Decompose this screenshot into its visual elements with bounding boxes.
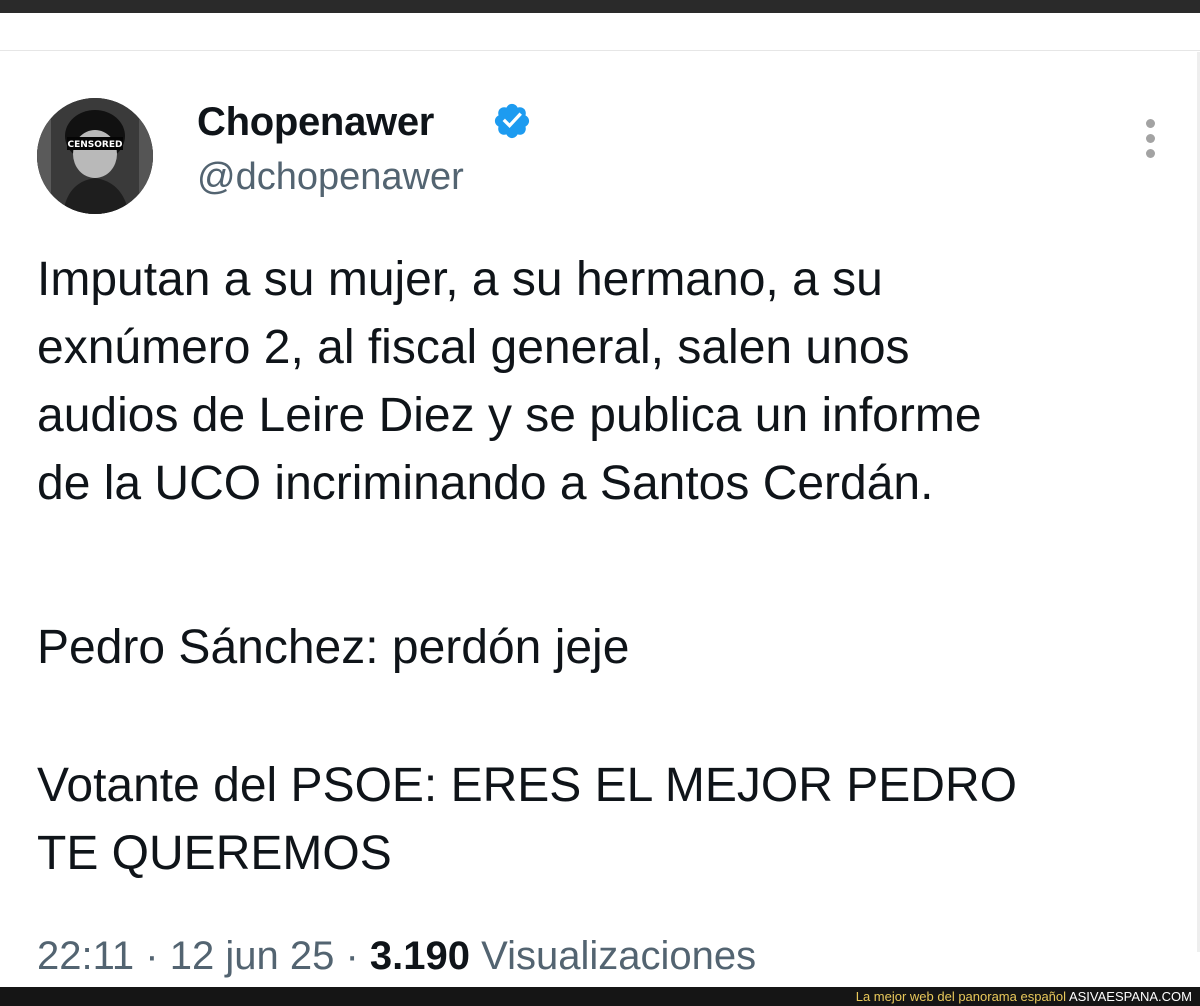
tweet-line: audios de Leire Diez y se publica un inf… (37, 389, 982, 442)
views-label: Visualizaciones (481, 934, 757, 978)
top-bar (0, 0, 1200, 13)
avatar-image: CENSORED (37, 98, 153, 214)
header-divider (0, 50, 1200, 51)
views-count: 3.190 (369, 934, 470, 978)
tweet-line: Pedro Sánchez: perdón jeje (37, 621, 630, 674)
tweet-paragraph-2: Pedro Sánchez: perdón jeje (37, 614, 629, 682)
tweet-line: Imputan a su mujer, a su hermano, a su (37, 253, 883, 306)
author-handle[interactable]: @dchopenawer (197, 154, 464, 200)
tweet-line: TE QUEREMOS (37, 827, 392, 880)
tweet-line: de la UCO incriminando a Santos Cerdán. (37, 457, 934, 510)
tweet-time[interactable]: 22:11 (37, 934, 134, 978)
tweet-line: Votante del PSOE: ERES EL MEJOR PEDRO (37, 759, 1017, 812)
watermark-text: La mejor web del panorama español ASIVAE… (856, 988, 1192, 1005)
watermark-tagline: La mejor web del panorama español (855, 989, 1067, 1004)
avatar[interactable]: CENSORED (37, 98, 153, 214)
author-display-name[interactable]: Chopenawer (197, 98, 434, 146)
watermark-site[interactable]: ASIVAESPANA.COM (1069, 989, 1192, 1004)
tweet-paragraph-1: Imputan a su mujer, a su hermano, a su e… (37, 246, 982, 518)
watermark-bar: La mejor web del panorama español ASIVAE… (0, 987, 1200, 1006)
avatar-censored-label: CENSORED (68, 140, 123, 150)
more-vertical-icon[interactable] (1140, 116, 1160, 164)
meta-separator: · (145, 934, 159, 978)
tweet-paragraph-3: Votante del PSOE: ERES EL MEJOR PEDRO TE… (37, 752, 1017, 888)
tweet-date[interactable]: 12 jun 25 (170, 934, 335, 978)
tweet-metadata: 22:11 · 12 jun 25 · 3.190 Visualizacione… (37, 932, 756, 980)
meta-separator: · (345, 934, 359, 978)
tweet-line: exnúmero 2, al fiscal general, salen uno… (37, 321, 910, 374)
verified-badge-icon (494, 103, 530, 139)
